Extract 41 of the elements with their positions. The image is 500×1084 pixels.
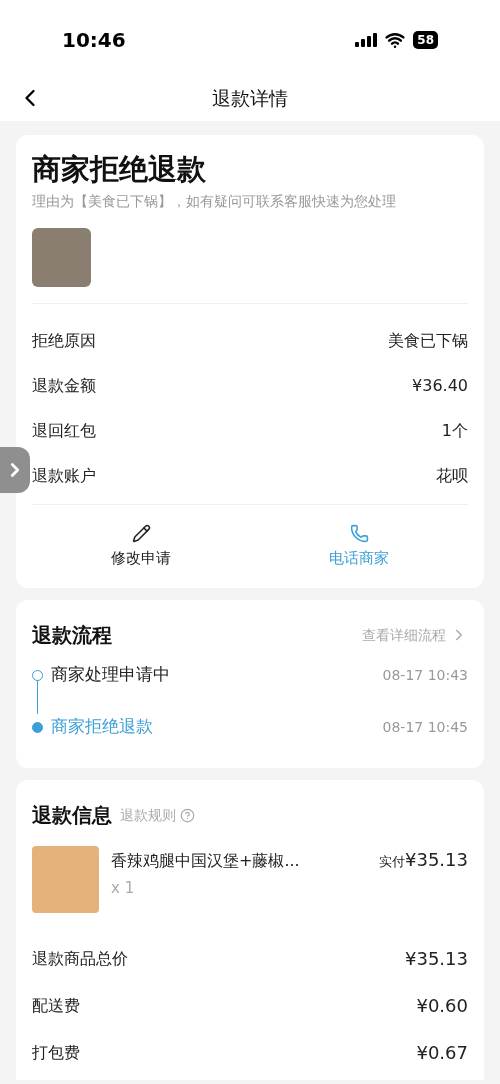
rules-link[interactable]: 退款规则: [120, 804, 195, 826]
fee-label: 打包费: [32, 1041, 80, 1064]
detail-label: 退款金额: [32, 374, 96, 397]
fee-value: ¥0.67: [416, 1041, 468, 1065]
step-label: 商家拒绝退款: [51, 715, 153, 739]
status-title: 商家拒绝退款: [32, 151, 207, 187]
timeline-line: [37, 680, 38, 714]
photo-placeholder: [32, 228, 91, 287]
detail-label: 退款账户: [32, 464, 96, 487]
signal-icon: [355, 32, 378, 47]
action-button[interactable]: 修改申请: [32, 505, 250, 588]
paid-amount: ¥35.13: [405, 848, 468, 872]
action-button[interactable]: 电话商家: [250, 505, 468, 588]
page-title: 退款详情: [212, 85, 288, 111]
section-title: 退款流程: [32, 622, 112, 649]
step-label: 商家处理申请中: [51, 663, 170, 687]
detail-link[interactable]: 查看详细流程: [362, 624, 468, 646]
fee-value: ¥35.13: [405, 947, 468, 971]
detail-value: 美食已下锅: [388, 329, 468, 352]
fee-label: 退款商品总价: [32, 947, 128, 970]
help-icon: [180, 807, 195, 823]
paid-label: 实付: [379, 854, 405, 871]
item-name: 香辣鸡腿中国汉堡+藤椒...: [111, 850, 300, 872]
phone-icon: [349, 523, 369, 543]
section-title: 退款信息: [32, 802, 112, 829]
detail-value: 1个: [441, 419, 468, 442]
photo-placeholder: [32, 846, 99, 913]
status-time: 10:46: [62, 26, 126, 54]
detail-value: 花呗: [436, 464, 468, 487]
detail-label: 退回红包: [32, 419, 96, 442]
detail-label: 拒绝原因: [32, 329, 96, 352]
item-quantity: x 1: [111, 878, 136, 899]
fee-value: ¥0.60: [416, 994, 468, 1018]
detail-value: ¥36.40: [412, 374, 468, 397]
step-time: 08-17 10:43: [382, 665, 468, 685]
side-handle[interactable]: [0, 447, 30, 493]
status-subtitle: 理由为【美食已下锅】，如有疑问可联系客服快速为您处理: [32, 192, 397, 211]
battery-level: 58: [413, 30, 438, 49]
step-time: 08-17 10:45: [382, 717, 468, 737]
fee-label: 配送费: [32, 994, 80, 1017]
pencil-icon: [131, 523, 151, 543]
